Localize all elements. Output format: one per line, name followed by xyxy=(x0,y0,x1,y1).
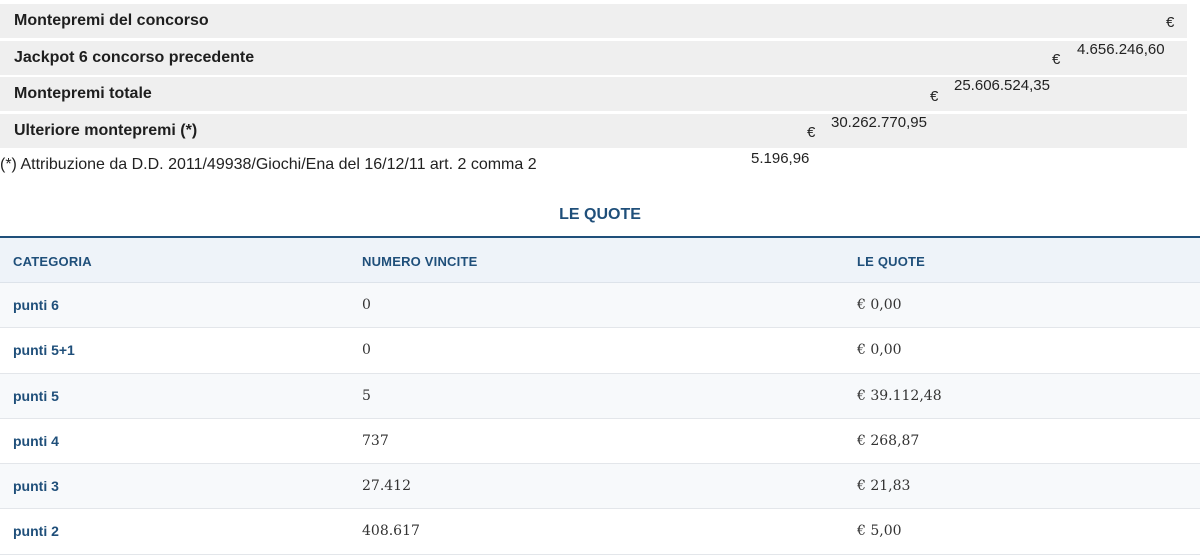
categoria-cell: punti 5+1 xyxy=(13,342,75,359)
jackpot-amount: 4.656.246,60 xyxy=(1077,41,1165,58)
attribution-note: (*) Attribuzione da D.D. 2011/49938/Gioc… xyxy=(0,156,537,173)
jackpot-row: Jackpot 6 concorso precedente xyxy=(0,41,1187,75)
table-row: punti 6 0 € 0,00 xyxy=(0,283,1200,329)
categoria-cell: punti 2 xyxy=(13,523,59,540)
montepremi-totale-label: Montepremi totale xyxy=(14,85,152,102)
vincite-cell: 27.412 xyxy=(362,478,411,495)
vincite-cell: 408.617 xyxy=(362,523,420,540)
header-categoria: CATEGORIA xyxy=(13,254,92,269)
ulteriore-montepremi-amount: 30.262.770,95 xyxy=(831,114,927,131)
table-body: punti 6 0 € 0,00 punti 5+1 0 € 0,00 punt… xyxy=(0,283,1200,555)
categoria-cell: punti 6 xyxy=(13,297,59,313)
quota-cell: € 268,87 xyxy=(857,432,920,449)
quote-title: LE QUOTE xyxy=(559,206,641,223)
ulteriore-montepremi-row: Ulteriore montepremi (*) xyxy=(0,114,1187,148)
categoria-cell: punti 5 xyxy=(13,387,59,404)
vincite-cell: 5 xyxy=(362,387,371,404)
table-row: punti 4 737 € 268,87 xyxy=(0,418,1200,465)
header-le-quote: LE QUOTE xyxy=(857,254,926,269)
quota-cell: € 39.112,48 xyxy=(857,387,942,404)
euro-sign: € xyxy=(1052,51,1061,68)
ulteriore-montepremi-label: Ulteriore montepremi (*) xyxy=(14,122,198,139)
header-numero-vincite: NUMERO VINCITE xyxy=(362,254,478,269)
quota-cell: € 0,00 xyxy=(857,342,902,359)
quota-cell: € 0,00 xyxy=(857,297,902,313)
montepremi-label: Montepremi del concorso xyxy=(14,12,209,29)
categoria-cell: punti 3 xyxy=(13,478,59,495)
vincite-cell: 0 xyxy=(362,342,371,359)
table-row: punti 2 408.617 € 5,00 xyxy=(0,509,1200,555)
categoria-cell: punti 4 xyxy=(13,432,59,449)
vincite-cell: 0 xyxy=(362,297,371,313)
quota-cell: € 5,00 xyxy=(857,523,902,540)
table-row: punti 3 27.412 € 21,83 xyxy=(0,464,1200,510)
montepremi-totale-amount: 25.606.524,35 xyxy=(954,77,1050,94)
quote-table: CATEGORIA NUMERO VINCITE LE QUOTE punti … xyxy=(0,236,1200,555)
euro-sign: € xyxy=(1166,14,1175,31)
euro-sign: € xyxy=(807,124,816,141)
jackpot-label: Jackpot 6 concorso precedente xyxy=(14,49,255,66)
montepremi-row: Montepremi del concorso xyxy=(0,4,1187,38)
quota-cell: € 21,83 xyxy=(857,478,911,495)
table-row: punti 5+1 0 € 0,00 xyxy=(0,328,1200,374)
vincite-cell: 737 xyxy=(362,432,389,449)
extra-amount: 5.196,96 xyxy=(751,150,810,167)
table-row: punti 5 5 € 39.112,48 xyxy=(0,373,1200,419)
euro-sign: € xyxy=(930,88,939,105)
table-header: CATEGORIA NUMERO VINCITE LE QUOTE xyxy=(0,236,1200,283)
